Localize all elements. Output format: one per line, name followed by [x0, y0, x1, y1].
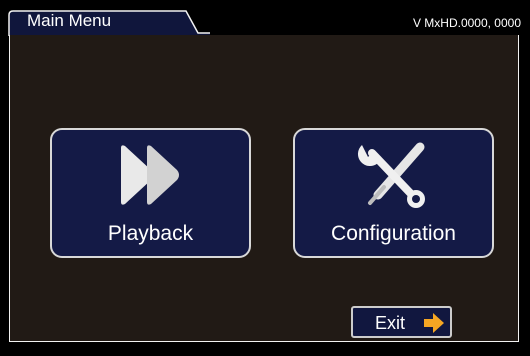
dvr-screen: Main Menu V MxHD.0000, 0000 Playback Con…: [0, 0, 530, 356]
version-label: V MxHD.0000, 0000: [383, 13, 525, 34]
page-title: Main Menu: [27, 11, 112, 30]
exit-label: Exit: [375, 313, 406, 333]
exit-button[interactable]: Exit: [351, 306, 452, 338]
fast-forward-icon: [52, 140, 249, 210]
arrow-right-icon: [424, 313, 444, 333]
configuration-button[interactable]: Configuration: [293, 128, 494, 258]
configuration-label: Configuration: [331, 222, 456, 245]
playback-label: Playback: [107, 222, 194, 245]
playback-button[interactable]: Playback: [50, 128, 251, 258]
tools-icon: [295, 140, 492, 210]
